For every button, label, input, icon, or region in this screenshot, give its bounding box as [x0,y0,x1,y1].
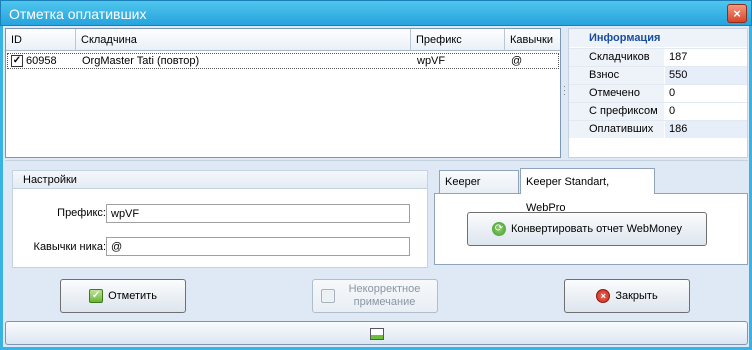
convert-webmoney-button[interactable]: ⟳ Конвертировать отчет WebMoney [467,212,707,246]
row-name: OrgMaster Tati (повтор) [82,55,200,67]
tab-panel: ⟳ Конвертировать отчет WebMoney [434,193,748,265]
row-prefix: wpVF [417,55,446,67]
column-header-quote[interactable]: Кавычки [505,29,560,51]
settings-group: Настройки Префикс: Кавычки ника: [12,170,428,268]
info-row-participants: Складчиков 187 [569,48,747,66]
close-button-label: Закрыть [615,290,658,302]
table-row[interactable]: ✓ 60958 OrgMaster Tati (повтор) wpVF @ [7,53,559,69]
info-value: 550 [665,67,747,84]
payers-grid[interactable]: ID Складчина Префикс Кавычки ✓ 60958 Org… [5,28,561,158]
info-row-fee: Взнос 550 [569,66,747,84]
row-quote: @ [511,55,523,67]
note-icon [320,289,335,303]
info-value: 186 [665,121,747,138]
convert-icon: ⟳ [491,222,506,236]
prefix-input[interactable] [106,204,410,223]
incorrect-note-label: Некорректное примечание [348,283,421,308]
info-key: Взнос [569,67,664,84]
panel-toggle-icon [370,328,384,340]
prefix-label: Префикс: [57,207,106,219]
close-button[interactable]: × Закрыть [564,279,690,313]
info-key: С префиксом [569,103,664,120]
window-title: Отметка оплативших [9,6,147,22]
info-row-marked: Отмечено 0 [569,84,747,102]
info-row-with-prefix: С префиксом 0 [569,102,747,120]
incorrect-note-button[interactable]: Некорректное примечание [312,279,438,313]
column-header-id[interactable]: ID [6,29,76,51]
convert-button-label: Конвертировать отчет WebMoney [510,223,683,235]
mark-button-label: Отметить [108,290,157,302]
keeper-tabs: Keeper WinPro Keeper Standart, WebPro ⟳ … [434,168,748,266]
tab-keeper-standart-webpro[interactable]: Keeper Standart, WebPro [520,168,655,214]
tab-keeper-winpro[interactable]: Keeper WinPro [439,170,519,210]
info-title: Информация [569,29,747,47]
info-key: Складчиков [569,49,664,66]
row-id: 60958 [26,55,57,67]
close-circle-icon: × [596,289,611,303]
info-value: 0 [669,105,676,117]
splitter-handle[interactable]: · · · [563,83,566,99]
window-titlebar: Отметка оплативших × [0,0,752,26]
check-icon: ✓ [89,289,104,303]
column-header-name[interactable]: Складчина [76,29,411,51]
settings-title: Настройки [13,171,427,189]
window-close-button[interactable]: × [727,4,747,23]
info-value: 187 [669,51,688,63]
grid-header: ID Складчина Префикс Кавычки [6,29,560,51]
info-panel: Информация Складчиков 187 Взнос 550 Отме… [568,28,748,158]
info-key: Оплативших [569,121,664,138]
quote-input[interactable] [106,237,410,256]
info-row-paid: Оплативших 186 [569,120,747,138]
column-header-prefix[interactable]: Префикс [411,29,505,51]
info-key: Отмечено [569,85,664,102]
bottom-toggle-bar[interactable] [5,321,748,345]
info-value: 0 [669,87,676,99]
quote-label: Кавычки ника: [33,241,106,253]
divider [5,160,748,161]
mark-button[interactable]: ✓ Отметить [60,279,186,313]
